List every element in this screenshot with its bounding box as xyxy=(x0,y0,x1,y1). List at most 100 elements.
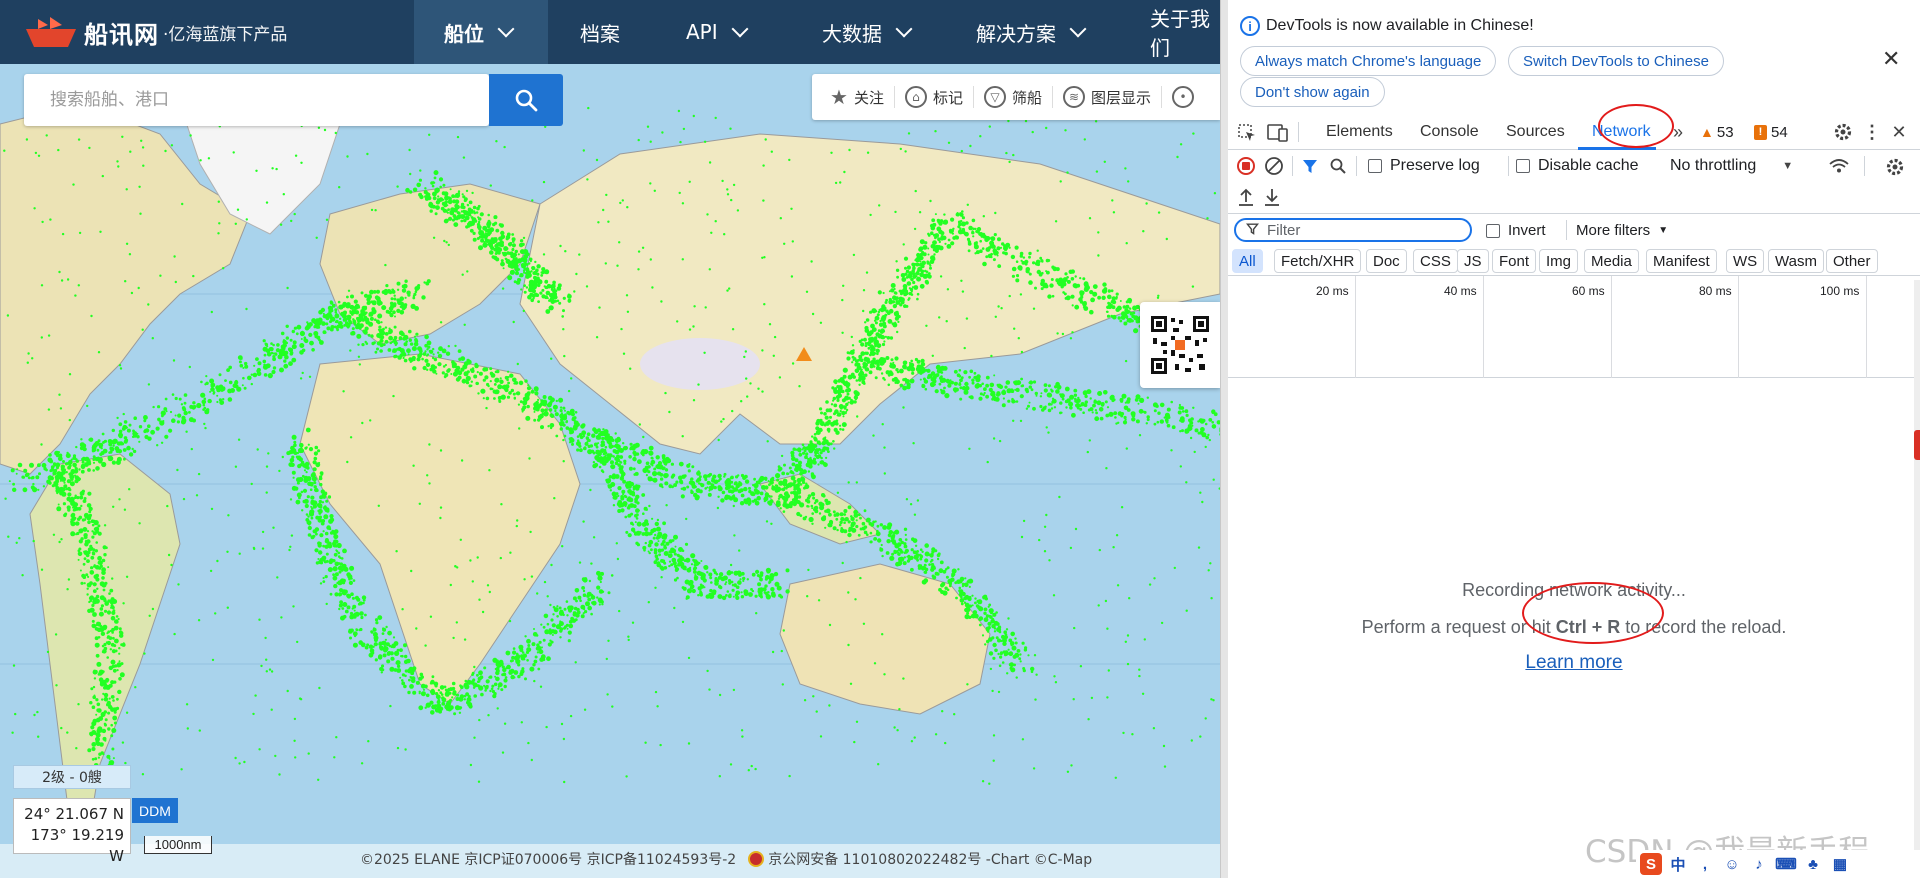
search-button[interactable] xyxy=(489,74,563,126)
dont-show-again-button[interactable]: Don't show again xyxy=(1240,77,1385,107)
nav-item-api[interactable]: API xyxy=(686,0,749,64)
export-har-icon[interactable] xyxy=(1262,186,1282,208)
mark-tool[interactable]: ⌂ 标记 xyxy=(895,74,973,120)
chevron-down-icon xyxy=(1069,20,1087,38)
scrollbar-track[interactable] xyxy=(1914,280,1920,878)
site-logo[interactable]: 船讯网 ·亿海蓝旗下产品 xyxy=(24,14,287,50)
switch-to-chinese-button[interactable]: Switch DevTools to Chinese xyxy=(1508,46,1724,76)
nav-label: API xyxy=(686,20,718,44)
network-toolbar: Preserve log Disable cache No throttling… xyxy=(1228,150,1920,182)
warnings-counter[interactable]: ▲ 53 xyxy=(1700,122,1734,142)
type-filter-font[interactable]: Font xyxy=(1492,249,1537,273)
timeline-tick-label: 20 ms xyxy=(1316,284,1349,298)
type-filter-media[interactable]: Media xyxy=(1584,249,1639,273)
throttling-select[interactable]: No throttling ▼ xyxy=(1670,157,1793,175)
filter-funnel-icon[interactable] xyxy=(1300,156,1320,176)
device-toolbar-icon[interactable] xyxy=(1266,122,1290,144)
filter-bar: Filter Invert More filters ▼ xyxy=(1228,214,1920,246)
nav-item-archive[interactable]: 档案 xyxy=(580,0,620,64)
copyright-text-2[interactable]: 京公网安备 11010802022482号 -Chart ©C-Map xyxy=(768,849,1092,869)
network-overview-timeline[interactable]: 20 ms 40 ms 60 ms 80 ms 100 ms xyxy=(1228,276,1920,378)
ship-logo-icon xyxy=(26,17,76,47)
tab-elements[interactable]: Elements xyxy=(1326,114,1393,150)
match-language-button[interactable]: Always match Chrome's language xyxy=(1240,46,1497,76)
timeline-gridline xyxy=(1611,276,1612,378)
checkbox-box xyxy=(1368,159,1382,173)
more-filters-dropdown[interactable]: More filters ▼ xyxy=(1576,222,1668,239)
type-filter-ws[interactable]: WS xyxy=(1726,249,1765,273)
tool-label: 关注 xyxy=(853,88,884,107)
keyboard-icon[interactable]: ⌨ xyxy=(1775,853,1797,875)
timeline-tick-label: 60 ms xyxy=(1572,284,1605,298)
skin-icon[interactable]: ♣ xyxy=(1802,853,1824,875)
settings-gear-icon[interactable] xyxy=(1832,121,1854,143)
tab-network[interactable]: Network xyxy=(1592,114,1651,150)
learn-more-link[interactable]: Learn more xyxy=(1525,652,1622,674)
record-stop-icon[interactable] xyxy=(1236,156,1256,176)
qr-code[interactable] xyxy=(1140,302,1220,388)
nav-label: 关于我们 xyxy=(1150,7,1210,60)
throttling-value: No throttling xyxy=(1670,157,1757,174)
filter-placeholder: Filter xyxy=(1267,221,1301,239)
emoji-icon[interactable]: ☺ xyxy=(1721,853,1743,875)
search-icon[interactable] xyxy=(1328,156,1348,176)
layer-display-tool[interactable]: ≋ 图层显示 xyxy=(1053,74,1161,120)
type-filter-js[interactable]: JS xyxy=(1457,249,1489,273)
tool-label: 标记 xyxy=(932,88,963,107)
clear-icon[interactable] xyxy=(1264,156,1284,176)
type-filter-img[interactable]: Img xyxy=(1539,249,1579,273)
police-badge-icon xyxy=(748,851,765,867)
nav-item-about[interactable]: 关于我们 xyxy=(1150,0,1220,64)
nav-item-ship-position[interactable]: 船位 xyxy=(414,0,548,64)
kebab-menu-icon[interactable]: ⋮ xyxy=(1862,121,1882,143)
funnel-icon: ▽ xyxy=(983,86,1006,108)
divider xyxy=(1292,156,1293,176)
microphone-icon[interactable]: ♪ xyxy=(1748,853,1770,875)
disable-cache-checkbox[interactable]: Disable cache xyxy=(1516,157,1639,175)
nav-item-big-data[interactable]: 大数据 xyxy=(822,0,913,64)
tab-sources[interactable]: Sources xyxy=(1506,114,1565,150)
chevron-down-icon xyxy=(895,20,913,38)
type-filter-all[interactable]: All xyxy=(1232,249,1263,273)
issues-counter[interactable]: ! 54 xyxy=(1754,122,1788,142)
import-har-icon[interactable] xyxy=(1236,186,1256,208)
logo-name: 船讯网 xyxy=(84,20,159,49)
checkbox-label: Invert xyxy=(1508,222,1546,239)
search-input[interactable] xyxy=(24,74,489,126)
resource-type-filters: All Fetch/XHR Doc CSS JS Font Img Media … xyxy=(1228,246,1920,276)
scrollbar-marker xyxy=(1914,430,1920,460)
ship-tracking-app: 船讯网 ·亿海蓝旗下产品 船位 档案 API 大数据 解决方案 关于我们 搜索船… xyxy=(0,0,1220,878)
recording-status-text: Recording network activity... xyxy=(1462,580,1686,600)
toolbox-icon[interactable]: ▦ xyxy=(1829,853,1851,875)
invert-checkbox[interactable]: Invert xyxy=(1486,222,1546,239)
more-tabs-icon[interactable]: » xyxy=(1668,122,1688,142)
type-filter-fetch-xhr[interactable]: Fetch/XHR xyxy=(1274,249,1362,273)
world-map[interactable] xyxy=(0,64,1220,878)
type-filter-wasm[interactable]: Wasm xyxy=(1768,249,1824,273)
follow-tool[interactable]: ★ 关注 xyxy=(820,74,894,120)
punctuation-icon[interactable]: , xyxy=(1694,853,1716,875)
type-filter-manifest[interactable]: Manifest xyxy=(1646,249,1717,273)
filter-input[interactable]: Filter xyxy=(1234,218,1472,242)
type-filter-other[interactable]: Other xyxy=(1826,249,1878,273)
filter-ships-tool[interactable]: ▽ 筛船 xyxy=(974,74,1052,120)
inspect-element-icon[interactable] xyxy=(1236,122,1258,144)
ime-language-toggle[interactable]: 中 xyxy=(1667,853,1689,875)
copyright-text[interactable]: ©2025 ELANE 京ICP证070006号 京ICP备11024593号-… xyxy=(360,849,736,869)
sogou-ime-icon[interactable]: S xyxy=(1640,853,1662,875)
type-filter-doc[interactable]: Doc xyxy=(1366,249,1407,273)
coordinate-format-button[interactable]: DDM xyxy=(132,798,178,823)
info-icon: i xyxy=(1240,16,1260,36)
type-filter-css[interactable]: CSS xyxy=(1413,249,1458,273)
panel-splitter[interactable] xyxy=(1220,0,1228,878)
tab-console[interactable]: Console xyxy=(1420,114,1479,150)
more-tool[interactable]: • xyxy=(1162,74,1210,120)
longitude-readout: 173° 19.219 W xyxy=(30,826,124,865)
close-icon[interactable]: ✕ xyxy=(1882,46,1900,72)
close-devtools-icon[interactable]: ✕ xyxy=(1888,121,1910,143)
network-conditions-icon[interactable] xyxy=(1828,156,1850,176)
preserve-log-checkbox[interactable]: Preserve log xyxy=(1368,157,1480,175)
nav-item-solutions[interactable]: 解决方案 xyxy=(976,0,1087,64)
zoom-level-badge: 2级 - 0艘 xyxy=(13,765,131,789)
network-settings-gear-icon[interactable] xyxy=(1884,156,1906,178)
